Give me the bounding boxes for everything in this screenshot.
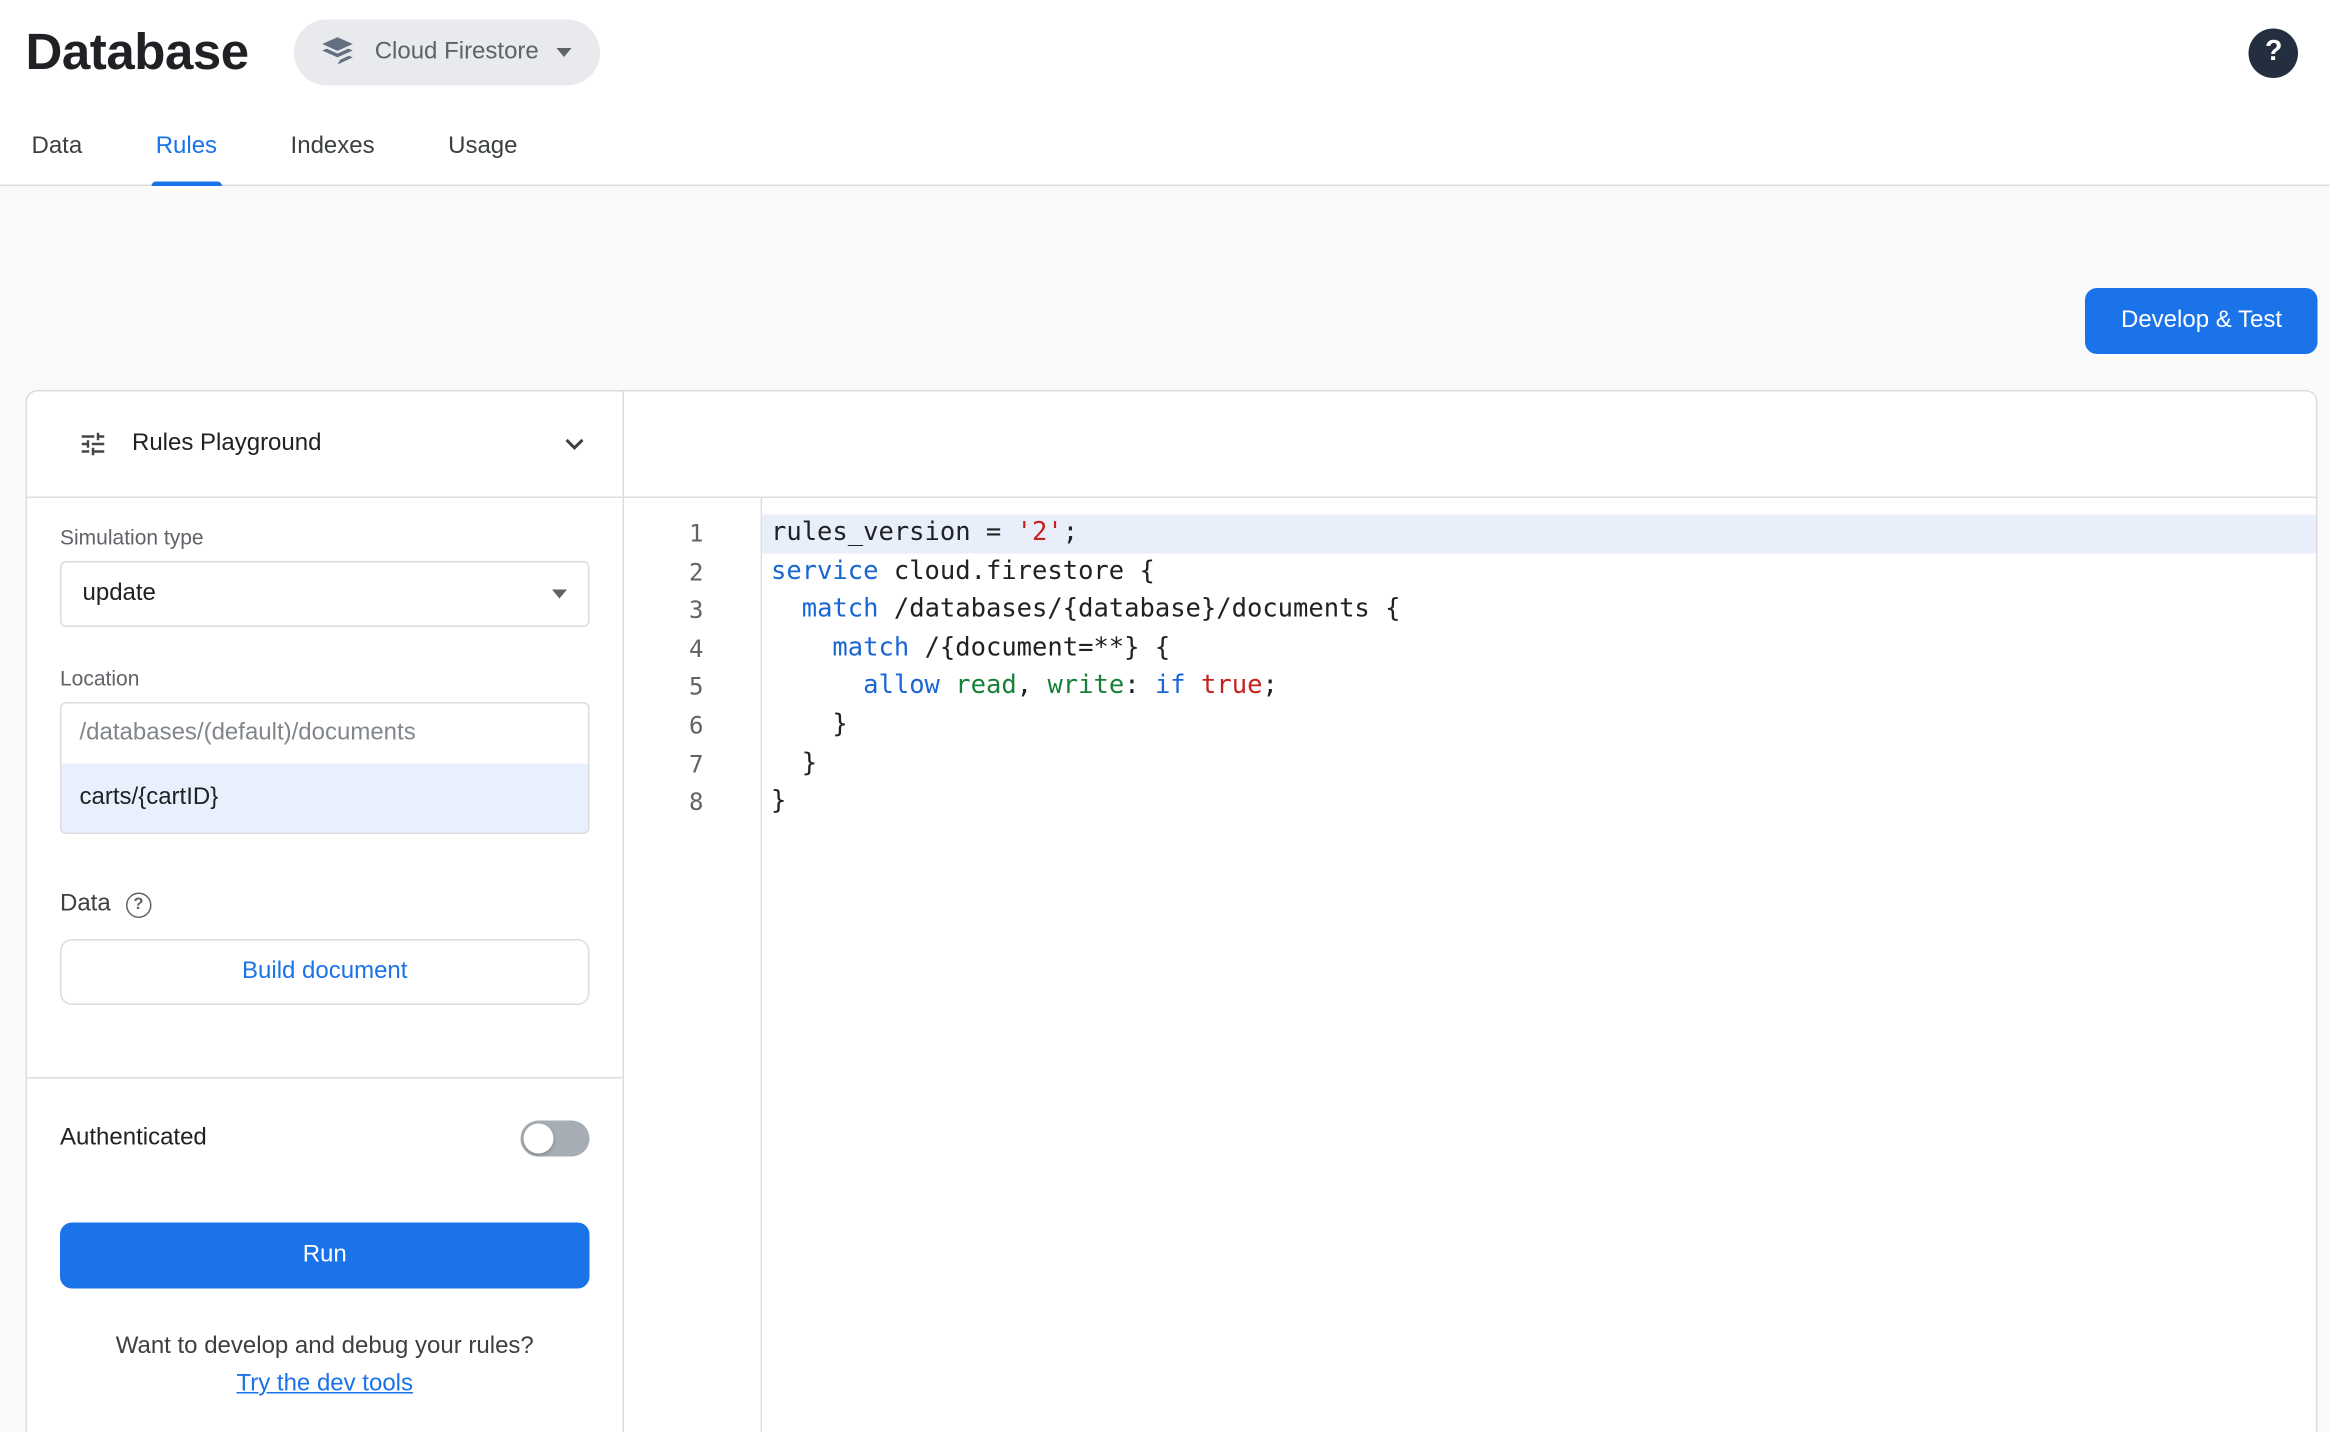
line-number: 5 — [689, 672, 704, 702]
editor-toolbar — [624, 391, 2317, 498]
code-line[interactable]: rules_version = '2'; — [762, 514, 2317, 553]
authenticated-row: Authenticated — [60, 1106, 590, 1172]
build-document-button[interactable]: Build document — [60, 939, 590, 1005]
line-number: 1 — [689, 519, 704, 548]
tab-indexes[interactable]: Indexes — [286, 134, 379, 185]
help-button[interactable]: ? — [2248, 27, 2299, 78]
dev-tools-question: Want to develop and debug your rules? — [115, 1333, 534, 1360]
rules-editor[interactable]: rules_version = '2'; service cloud.firest… — [762, 498, 2317, 1432]
data-help-icon[interactable]: ? — [125, 891, 152, 918]
authenticated-toggle[interactable] — [520, 1120, 590, 1157]
tab-data[interactable]: Data — [27, 134, 87, 185]
dev-tools-link-row: Try the dev tools — [60, 1371, 590, 1398]
location-placeholder: /databases/(default)/documents — [79, 720, 416, 746]
select-caret-icon — [552, 589, 567, 599]
code-line[interactable]: service cloud.firestore { — [762, 553, 2316, 591]
app-header: Database Cloud Firestore ? — [0, 0, 2330, 105]
chevron-down-icon[interactable] — [557, 426, 593, 462]
actions-row: Develop & Test — [0, 186, 2330, 354]
toggle-knob — [523, 1123, 554, 1154]
playground-body: Simulation type update Location /databas… — [27, 498, 622, 1005]
code-line[interactable]: match /{document=**} { — [762, 630, 2316, 668]
tune-icon — [78, 429, 108, 459]
location-value[interactable]: carts/{cartID} — [61, 763, 588, 833]
simulation-type-label: Simulation type — [60, 525, 204, 549]
firestore-icon — [318, 33, 357, 72]
line-number: 4 — [689, 634, 704, 663]
line-number: 2 — [689, 557, 704, 586]
code-line[interactable]: match /databases/{database}/documents { — [762, 591, 2316, 629]
editor-body: 1 2 3 4 5 6 7 8 rules_version = '2'; service clo… — [624, 498, 2317, 1432]
code-line[interactable]: } — [762, 783, 2316, 821]
tab-usage[interactable]: Usage — [444, 134, 522, 185]
help-question-mark: ? — [2265, 36, 2283, 68]
line-number: 7 — [689, 749, 704, 778]
firestore-rules-page: Database Cloud Firestore ? Data Rules Inde… — [0, 0, 2330, 1432]
simulation-type-value: update — [82, 580, 156, 607]
location-label: Location — [60, 666, 140, 690]
develop-test-button[interactable]: Develop & Test — [2085, 288, 2318, 354]
data-section-header: Data ? — [60, 891, 590, 918]
rules-editor-pane: 1 2 3 4 5 6 7 8 rules_version = '2'; service clo… — [624, 391, 2317, 1432]
tab-bar: Data Rules Indexes Usage — [0, 105, 2330, 186]
location-input[interactable]: /databases/(default)/documents carts/{ca… — [60, 702, 590, 834]
code-line[interactable]: allow read, write: if true; — [762, 668, 2316, 706]
product-switcher-label: Cloud Firestore — [374, 39, 539, 65]
line-number: 8 — [689, 787, 704, 817]
line-number: 3 — [689, 595, 704, 625]
editor-gutter: 1 2 3 4 5 6 7 8 — [624, 498, 762, 1432]
playground-footer: Authenticated Run Want to develop and de… — [27, 1079, 622, 1429]
playground-header: Rules Playground — [27, 392, 623, 498]
page-title: Database — [25, 23, 250, 81]
tab-rules[interactable]: Rules — [151, 134, 222, 186]
playground-title: Rules Playground — [132, 430, 322, 457]
data-label: Data — [60, 891, 111, 917]
rules-card: Rules Playground Simulation type update … — [25, 390, 2318, 1432]
simulation-type-select[interactable]: update — [60, 561, 590, 627]
database-product-switcher[interactable]: Cloud Firestore — [293, 19, 601, 86]
authenticated-label: Authenticated — [60, 1125, 207, 1151]
line-number: 6 — [689, 710, 704, 740]
content-area: Develop & Test Rules Playground Simulati… — [0, 186, 2330, 1432]
dev-tools-link[interactable]: Try the dev tools — [236, 1371, 413, 1397]
rules-playground-panel: Rules Playground Simulation type update … — [27, 391, 624, 1432]
run-button[interactable]: Run — [60, 1222, 590, 1289]
code-line[interactable]: } — [762, 745, 2316, 783]
code-line[interactable]: } — [762, 706, 2316, 744]
dropdown-caret-icon — [556, 48, 572, 57]
